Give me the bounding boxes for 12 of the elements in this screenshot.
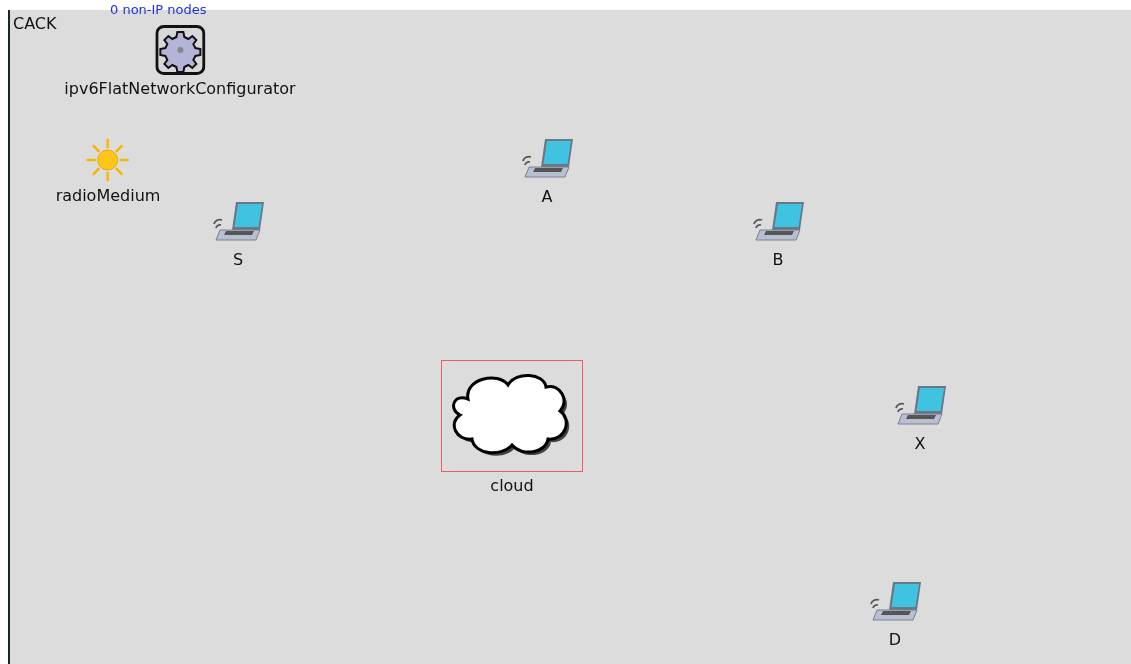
node-label: X <box>914 434 926 453</box>
node-label: D <box>888 630 902 649</box>
node-count-note: 0 non-IP nodes <box>110 2 207 17</box>
node-label: S <box>232 250 244 269</box>
node-label: A <box>541 187 553 206</box>
node-label: B <box>772 250 784 269</box>
node-label: radioMedium <box>55 186 161 205</box>
node-label: ipv6FlatNetworkConfigurator <box>64 79 296 98</box>
gear-icon[interactable] <box>155 25 205 75</box>
cloud-icon[interactable] <box>441 360 583 472</box>
network-name: CACK <box>13 14 57 33</box>
node-label: cloud <box>490 476 534 495</box>
